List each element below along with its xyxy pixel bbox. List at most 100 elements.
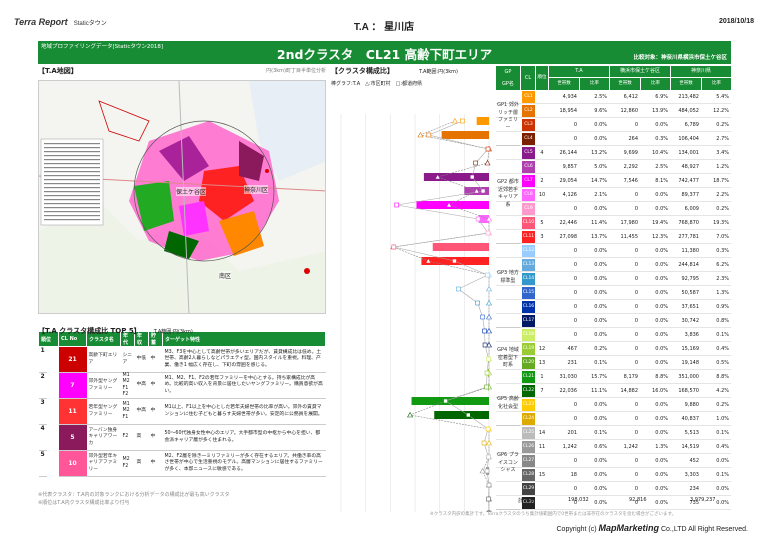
ta-ratio: 0.0% xyxy=(594,458,607,464)
ta-count: 0 xyxy=(573,416,577,422)
ta-count: 4,934 xyxy=(562,94,577,100)
footnote-line: ※代表クラスタ：T.A内の対象ランクにおける分析データの構成比が最も高いクラスタ xyxy=(38,492,230,498)
table-row[interactable]: CL21 1 31,030 15.7% 8,179 8.8% 351,000 8… xyxy=(496,370,731,384)
pref-count: 19,148 xyxy=(681,360,700,366)
table-row[interactable]: CL3 0 0.0% 0 0.0% 6,789 0.2% xyxy=(496,118,731,132)
pref-ratio: 0.4% xyxy=(716,346,729,352)
pref-marker xyxy=(426,132,432,138)
pref-ratio: 0.0% xyxy=(716,486,729,492)
city-ratio: 19.4% xyxy=(652,220,668,226)
city-count: 0 xyxy=(634,318,638,324)
rank-cell: 10 xyxy=(538,192,546,198)
city-marker xyxy=(451,117,458,124)
top5-age: M1 M2 F1 F2 xyxy=(120,372,135,399)
bar-CL10 xyxy=(432,243,489,251)
city-marker xyxy=(485,327,493,334)
city-count: 0 xyxy=(634,486,638,492)
ta-count: 9,857 xyxy=(562,164,577,170)
table-row[interactable]: CL2 18,954 9.6% 12,860 13.9% 484,052 12.… xyxy=(496,104,731,118)
ta-count: 4,126 xyxy=(562,192,577,198)
pref-marker xyxy=(465,412,471,418)
ta-count: 22,446 xyxy=(559,220,578,226)
pref-ratio: 0.2% xyxy=(716,206,729,212)
top5-income: 中低 xyxy=(134,346,149,373)
table-row[interactable]: CL9 0 0.0% 0 0.0% 6,009 0.2% xyxy=(496,202,731,216)
table-row[interactable]: CL15 0 0.0% 0 0.0% 50,587 1.3% xyxy=(496,286,731,300)
cl-label: CL15 xyxy=(522,287,535,299)
chart-canvas: 30%25%20%15%10%5%0% xyxy=(340,114,493,512)
city-count: 0 xyxy=(634,290,638,296)
th-pref-count: 世帯数 xyxy=(671,78,701,90)
table-row[interactable]: CL16 0 0.0% 0 0.0% 37,651 0.9% xyxy=(496,300,731,314)
table-row[interactable]: CL24 0 0.0% 0 0.0% 40,837 1.0% xyxy=(496,412,731,426)
table-row[interactable]: CL14 0 0.0% 0 0.0% 92,795 2.3% xyxy=(496,272,731,286)
table-row[interactable]: CL6 9,857 5.0% 2,292 2.5% 48,927 1.2% xyxy=(496,160,731,174)
table-row[interactable]: CL19 12 467 0.2% 0 0.0% 15,169 0.4% xyxy=(496,342,731,356)
cl-label: CL3 xyxy=(522,119,535,131)
table-row[interactable]: CL5 4 26,144 13.2% 9,699 10.4% 134,001 3… xyxy=(496,146,731,160)
table-row[interactable]: CL12 0 0.0% 0 0.0% 11,380 0.3% xyxy=(496,244,731,258)
table-row[interactable]: CL29 0 0.0% 0 0.0% 234 0.0% xyxy=(496,482,731,496)
city-count: 0 xyxy=(634,192,638,198)
city-count: 7,546 xyxy=(623,178,638,184)
city-count: 12,860 xyxy=(620,108,639,114)
table-row[interactable]: CL11 3 27,098 13.7% 11,455 12.3% 277,781… xyxy=(496,230,731,244)
pref-ratio: 12.2% xyxy=(713,108,729,114)
table-row[interactable]: CL8 10 4,126 2.1% 0 0.0% 89,377 2.2% xyxy=(496,188,731,202)
pref-marker xyxy=(475,300,480,306)
trade-area-map[interactable]: 保土ケ谷区 神奈川区 南区 xyxy=(38,80,326,314)
map-label-kanagawa: 神奈川区 xyxy=(244,185,269,194)
city-ratio: 0.0% xyxy=(655,192,668,198)
top5-rank: 1 xyxy=(38,347,47,373)
city-marker xyxy=(485,299,493,306)
cluster-chart: 【クラスタ構成比】 T.A範囲:円(3km) 棒グラフ:T.A △:市区町村 □… xyxy=(331,66,496,512)
pref-marker xyxy=(486,496,491,502)
table-row[interactable]: CL7 2 29,054 14.7% 7,546 8.1% 742,477 18… xyxy=(496,174,731,188)
table-row[interactable]: CL4 0 0.0% 264 0.3% 106,404 2.7% xyxy=(496,132,731,146)
ta-count: 0 xyxy=(573,486,577,492)
table-row[interactable]: CL18 0 0.0% 0 0.0% 3,836 0.1% xyxy=(496,328,731,342)
city-count: 0 xyxy=(634,458,638,464)
ta-ratio: 0.0% xyxy=(594,318,607,324)
pref-ratio: 0.4% xyxy=(716,444,729,450)
table-row[interactable]: CL10 5 22,446 11.4% 17,980 19.4% 768,870… xyxy=(496,216,731,230)
pref-marker xyxy=(486,454,491,460)
table-row[interactable]: CL23 0 0.0% 0 0.0% 9,880 0.2% xyxy=(496,398,731,412)
pref-ratio: 0.0% xyxy=(716,458,729,464)
top5-income: 高 xyxy=(134,450,149,477)
table-row[interactable]: CL28 15 18 0.0% 0 0.0% 3,303 0.1% xyxy=(496,468,731,482)
table-row[interactable]: CL1 4,934 2.5% 6,412 6.9% 213,482 5.4% xyxy=(496,90,731,104)
pref-ratio: 3.4% xyxy=(716,150,729,156)
table-row[interactable]: CL13 0 0.0% 0 0.0% 244,814 6.2% xyxy=(496,258,731,272)
ta-count: 231 xyxy=(567,360,577,366)
city-ratio: 8.8% xyxy=(655,374,668,380)
cl-label: CL22 xyxy=(522,385,535,397)
pref-marker xyxy=(481,440,487,446)
pref-ratio: 0.5% xyxy=(716,360,729,366)
city-count: 0 xyxy=(634,262,638,268)
group-label: GP3 地方標準型 xyxy=(497,270,519,284)
pref-marker xyxy=(469,174,475,180)
group-divider xyxy=(496,243,520,244)
map-label-minami: 南区 xyxy=(219,271,232,280)
pref-count: 6,009 xyxy=(684,206,699,212)
table-row[interactable]: CL20 13 231 0.1% 0 0.0% 19,148 0.5% xyxy=(496,356,731,370)
total-pref: 3,979,237 xyxy=(690,497,716,503)
table-row[interactable]: CL17 0 0.0% 0 0.0% 30,742 0.8% xyxy=(496,314,731,328)
compare-area: 比較対象：神奈川県横浜市保土ケ谷区 xyxy=(633,55,727,61)
ta-ratio: 0.0% xyxy=(594,486,607,492)
top5-age: M1 M2 F1 xyxy=(120,398,135,425)
ta-ratio: 14.7% xyxy=(591,178,607,184)
table-row[interactable]: CL27 0 0.0% 0 0.0% 452 0.0% xyxy=(496,454,731,468)
pref-ratio: 0.1% xyxy=(716,430,729,436)
city-ratio: 0.0% xyxy=(655,318,668,324)
table-row[interactable]: CL25 14 201 0.1% 0 0.0% 5,513 0.1% xyxy=(496,426,731,440)
city-count: 0 xyxy=(634,402,638,408)
pref-ratio: 2.7% xyxy=(716,136,729,142)
city-marker xyxy=(485,285,493,292)
table-row[interactable]: CL26 11 1,242 0.6% 1,242 1.3% 14,519 0.4… xyxy=(496,440,731,454)
pref-ratio: 0.9% xyxy=(716,304,729,310)
ta-count: 26,144 xyxy=(559,150,578,156)
table-row[interactable]: CL22 7 22,036 11.1% 14,882 16.0% 168,570… xyxy=(496,384,731,398)
ta-count: 0 xyxy=(573,122,577,128)
